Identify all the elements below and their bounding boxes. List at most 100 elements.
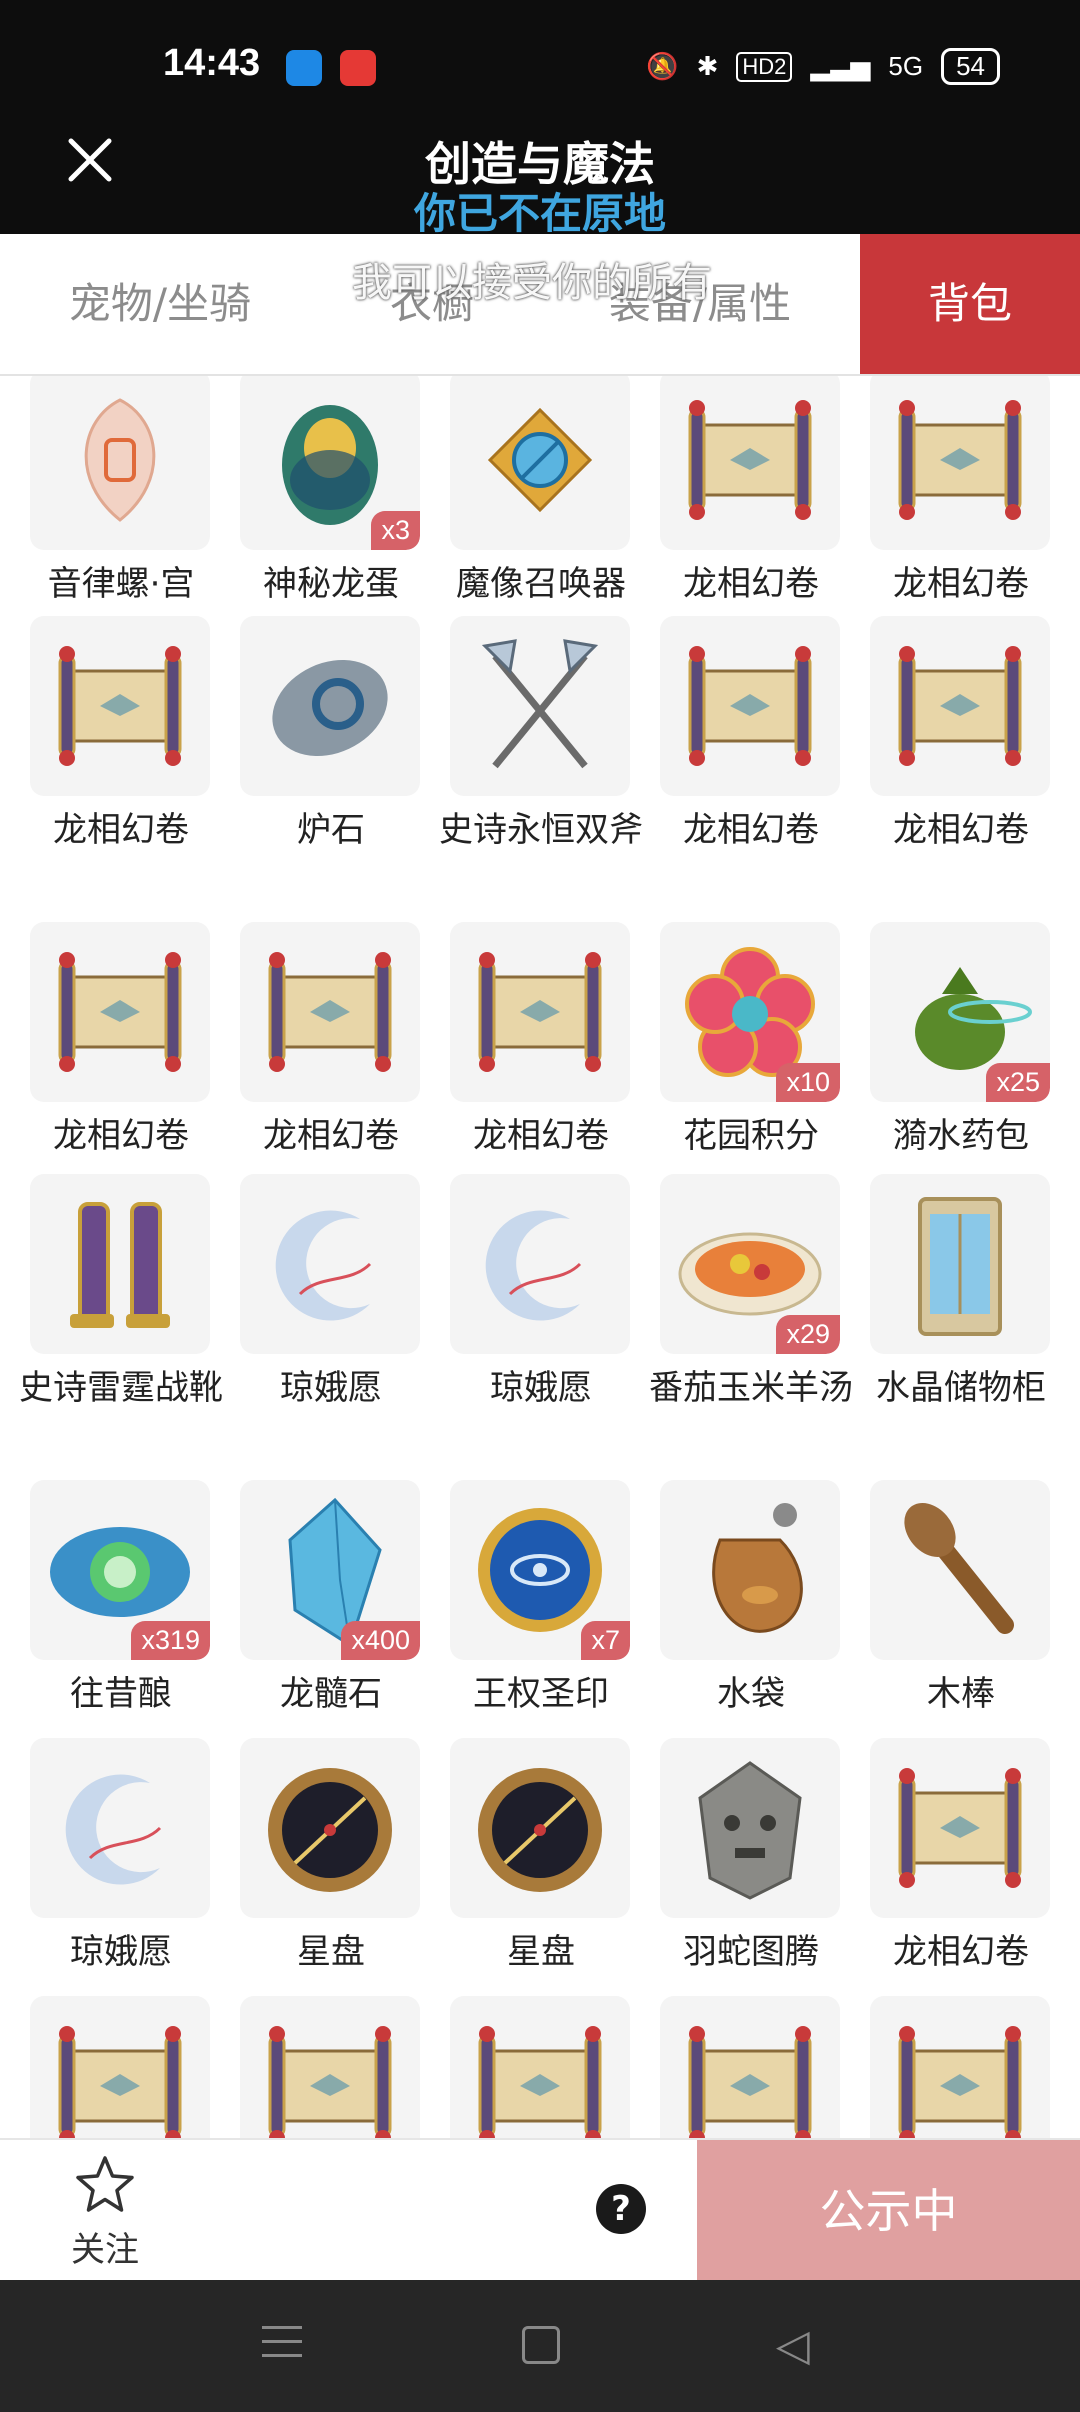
moon-wish-icon <box>65 1774 162 1885</box>
backpack-item[interactable]: 龙相幻卷 <box>856 1738 1066 2038</box>
scroll-icon <box>58 646 182 766</box>
app-notification-icon <box>286 50 322 86</box>
quantity-badge: x3 <box>371 511 420 550</box>
follow-label: 关注 <box>71 2230 139 2270</box>
item-thumbnail: x319 <box>30 1480 210 1660</box>
double-axe-icon <box>481 639 599 769</box>
backpack-item[interactable]: 水袋 <box>646 1480 856 1780</box>
item-thumbnail <box>660 1738 840 1918</box>
backpack-item[interactable]: x319 往昔酿 <box>16 1480 226 1780</box>
star-icon <box>76 2156 134 2212</box>
water-bag-icon <box>712 1503 803 1633</box>
item-thumbnail <box>240 1738 420 1918</box>
item-thumbnail <box>450 922 630 1102</box>
backpack-item[interactable]: 琼娥愿 <box>226 1174 436 1474</box>
backpack-item[interactable]: 木棒 <box>856 1480 1066 1780</box>
backpack-item[interactable]: 羽蛇图腾 <box>646 1738 856 2038</box>
backpack-item[interactable] <box>646 1996 856 2138</box>
backpack-item[interactable]: 琼娥愿 <box>436 1174 646 1474</box>
item-name: 神秘龙蛋 <box>263 564 399 604</box>
item-name: 史诗雷霆战靴 <box>19 1368 223 1408</box>
item-name: 龙相幻卷 <box>53 1116 189 1156</box>
quantity-badge: x25 <box>986 1063 1050 1102</box>
summoner-icon <box>487 407 593 513</box>
backpack-item[interactable]: x7 王权圣印 <box>436 1480 646 1780</box>
scroll-icon <box>478 952 602 1072</box>
item-thumbnail: x25 <box>870 922 1050 1102</box>
item-thumbnail <box>30 1738 210 1918</box>
mute-icon: 🔕 <box>646 51 679 81</box>
nav-home-button[interactable] <box>522 2326 560 2364</box>
backpack-item[interactable]: 星盘 <box>226 1738 436 2038</box>
backpack-item[interactable]: 史诗永恒双斧 <box>436 616 646 916</box>
backpack-item[interactable]: 龙相幻卷 <box>646 616 856 916</box>
backpack-item[interactable] <box>226 1996 436 2138</box>
item-thumbnail <box>30 616 210 796</box>
item-thumbnail <box>660 616 840 796</box>
item-name: 龙髓石 <box>280 1674 382 1714</box>
scroll-icon <box>688 400 812 520</box>
hearthstone-icon <box>272 659 388 757</box>
item-thumbnail <box>450 616 630 796</box>
item-name: 水晶储物柜 <box>876 1368 1046 1408</box>
nav-menu-button[interactable] <box>262 2326 302 2362</box>
public-notice-button[interactable]: 公示中 <box>697 2140 1080 2282</box>
backpack-item[interactable]: x29 番茄玉米羊汤 <box>646 1174 856 1474</box>
scroll-icon <box>478 2026 602 2138</box>
scroll-icon <box>268 2026 392 2138</box>
scroll-icon <box>58 952 182 1072</box>
backpack-item[interactable] <box>436 1996 646 2138</box>
tab-backpack[interactable]: 背包 <box>860 234 1080 374</box>
item-thumbnail <box>450 376 630 550</box>
backpack-item[interactable] <box>856 1996 1066 2138</box>
backpack-item[interactable]: 史诗雷霆战靴 <box>16 1174 226 1474</box>
item-name: 星盘 <box>507 1932 575 1972</box>
help-button[interactable]: ? <box>596 2184 646 2234</box>
backpack-item[interactable]: 龙相幻卷 <box>16 616 226 916</box>
item-name: 番茄玉米羊汤 <box>649 1368 853 1408</box>
scroll-icon <box>688 646 812 766</box>
item-thumbnail: x29 <box>660 1174 840 1354</box>
item-thumbnail <box>870 1738 1050 1918</box>
item-name: 龙相幻卷 <box>263 1116 399 1156</box>
backpack-item[interactable]: 龙相幻卷 <box>856 616 1066 916</box>
item-name: 龙相幻卷 <box>473 1116 609 1156</box>
backpack-item[interactable]: 星盘 <box>436 1738 646 2038</box>
battery-icon: 54 <box>941 48 1000 85</box>
backpack-item[interactable] <box>16 1996 226 2138</box>
tab-pets-mounts[interactable]: 宠物/坐骑 <box>40 234 280 374</box>
item-name: 音律螺·宫 <box>47 564 195 604</box>
club-icon <box>904 1503 1014 1634</box>
conch-icon <box>84 398 156 522</box>
follow-button[interactable]: 关注 <box>60 2154 150 2271</box>
item-thumbnail <box>870 616 1050 796</box>
item-name: 龙相幻卷 <box>683 810 819 850</box>
astrolabe-icon <box>478 1768 602 1892</box>
backpack-item[interactable]: 水晶储物柜 <box>856 1174 1066 1474</box>
item-thumbnail: x400 <box>240 1480 420 1660</box>
backpack-item[interactable]: 琼娥愿 <box>16 1738 226 2038</box>
moon-wish-icon <box>275 1210 372 1321</box>
item-name: 花园积分 <box>683 1116 819 1156</box>
nav-back-button[interactable]: ◁ <box>776 2320 810 2371</box>
item-thumbnail <box>30 1174 210 1354</box>
item-thumbnail <box>30 922 210 1102</box>
item-thumbnail <box>240 922 420 1102</box>
item-name: 琼娥愿 <box>70 1932 172 1972</box>
item-name: 史诗永恒双斧 <box>439 810 643 850</box>
title-bar: 创造与魔法 你已不在原地 <box>0 130 1080 238</box>
item-name: 木棒 <box>927 1674 995 1714</box>
page-subtitle: 你已不在原地 <box>413 189 666 238</box>
item-thumbnail <box>660 1996 840 2138</box>
item-thumbnail <box>450 1174 630 1354</box>
scroll-icon <box>688 2026 812 2138</box>
item-name: 炉石 <box>297 810 365 850</box>
item-thumbnail: x3 <box>240 376 420 550</box>
cabinet-icon <box>918 1197 1002 1336</box>
quantity-badge: x400 <box>341 1621 420 1660</box>
backpack-item[interactable]: x400 龙髓石 <box>226 1480 436 1780</box>
backpack-item[interactable]: 炉石 <box>226 616 436 916</box>
quantity-badge: x10 <box>776 1063 840 1102</box>
item-name: 龙相幻卷 <box>893 810 1029 850</box>
item-thumbnail <box>450 1996 630 2138</box>
